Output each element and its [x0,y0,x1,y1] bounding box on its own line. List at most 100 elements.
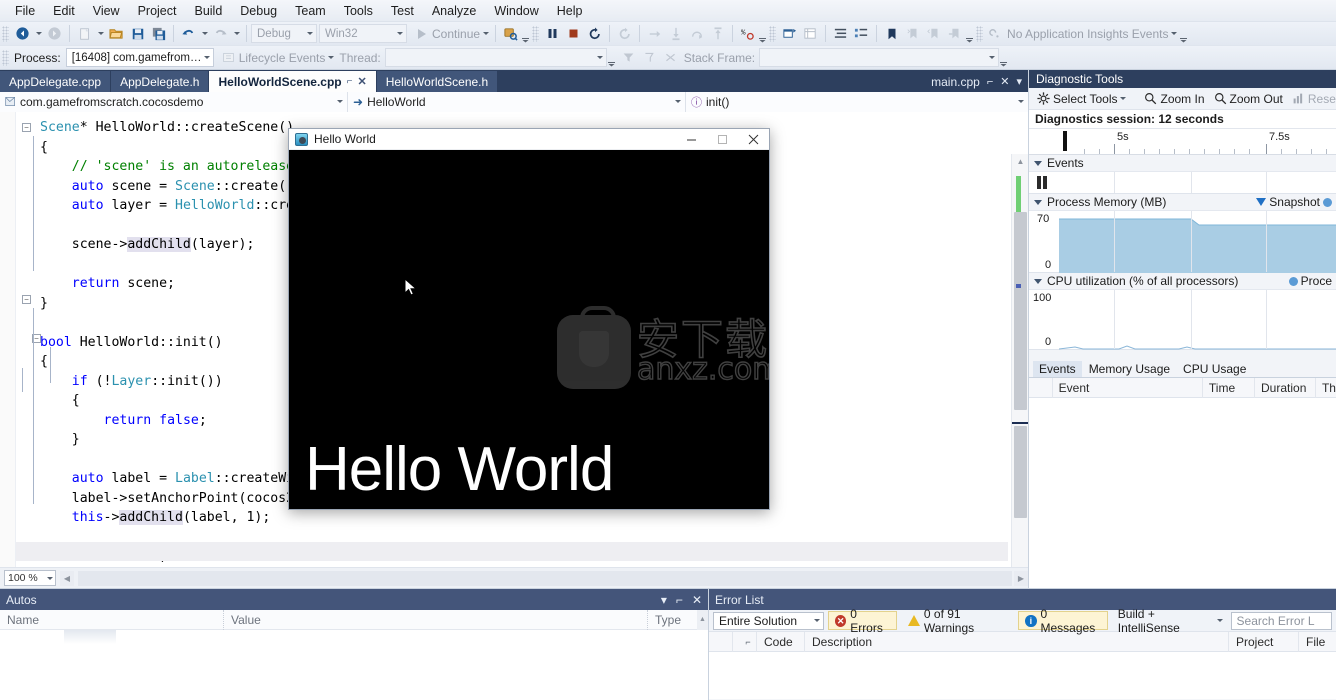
menu-item-window[interactable]: Window [485,1,547,21]
outline-collapse-icon[interactable]: − [22,123,31,132]
menu-item-analyze[interactable]: Analyze [423,1,485,21]
zoom-in-button[interactable]: Zoom In [1141,91,1207,107]
menu-item-team[interactable]: Team [286,1,335,21]
chevron-down-icon[interactable] [1018,100,1024,103]
chevron-down-icon[interactable] [1120,97,1127,100]
scrollbar-thumb-lower[interactable] [1014,426,1027,518]
hello-world-game-window[interactable]: Hello World 安下载 anxz.com Hello World [288,128,770,510]
chevron-down-icon[interactable] [1034,199,1042,205]
column-event[interactable]: Event [1053,377,1203,398]
toolbar-overflow-icon[interactable] [999,49,1008,67]
column-thread[interactable]: Th [1316,378,1336,398]
scroll-left-icon[interactable]: ◀ [60,570,74,586]
toolbar-grip[interactable] [976,25,984,42]
application-insights-dropdown-icon[interactable] [1168,24,1179,44]
new-item-dropdown-icon[interactable] [95,24,106,44]
restart-icon[interactable] [584,24,605,44]
tab-helloworldscene-h[interactable]: HelloWorldScene.h [376,71,498,92]
column-selector[interactable] [709,631,733,652]
undo-dropdown-icon[interactable] [199,24,210,44]
list-view-icon[interactable] [830,24,851,44]
scrollbar-thumb[interactable] [1014,212,1027,410]
new-window-icon[interactable] [779,24,800,44]
toolbar-grip[interactable] [2,49,9,66]
horizontal-scroll-track[interactable] [78,570,1012,586]
events-lane[interactable] [1029,172,1336,194]
column-description[interactable]: Description [805,631,1229,652]
column-duration[interactable]: Duration [1255,377,1316,398]
thread-combo[interactable] [384,48,607,67]
column-time[interactable]: Time [1203,377,1256,398]
minimize-button[interactable] [676,129,707,150]
tab-cpu-usage[interactable]: CPU Usage [1177,361,1252,377]
save-all-icon[interactable] [148,24,169,44]
stack-frame-combo[interactable] [759,48,1000,67]
diagnostics-splitter[interactable] [1029,350,1336,360]
warnings-filter-button[interactable]: 0 of 91 Warnings [901,607,1014,635]
lifecycle-events-dropdown-icon[interactable] [325,48,336,68]
events-section-header[interactable]: Events [1029,155,1336,172]
errors-filter-button[interactable]: ✕ 0 Errors [828,607,897,635]
grid-select-column[interactable] [1029,377,1053,398]
toolbar-overflow-icon[interactable] [965,25,974,43]
tab-appdelegate-cpp[interactable]: AppDelegate.cpp [0,71,111,92]
redo-dropdown-icon[interactable] [231,24,242,44]
menu-item-tools[interactable]: Tools [335,1,382,21]
solution-configuration-combo[interactable]: Debug [251,24,317,43]
toolbar-grip[interactable] [532,25,540,42]
break-all-icon[interactable] [542,24,563,44]
autos-grid-body[interactable] [0,630,708,700]
tab-overflow-icon[interactable]: ▾ [1016,75,1022,88]
toolbar-grip[interactable] [2,25,9,42]
solution-platform-combo[interactable]: Win32 [319,24,407,43]
menu-item-view[interactable]: View [84,1,129,21]
menu-item-file[interactable]: File [6,1,44,21]
toolbar-overflow-icon[interactable] [758,25,767,43]
hex-display-icon[interactable]: % [737,24,758,44]
column-name[interactable]: Name [0,609,224,630]
chevron-down-icon[interactable] [1034,160,1042,166]
autos-scroll-up-icon[interactable]: ▲ [697,609,708,630]
menu-item-help[interactable]: Help [548,1,592,21]
messages-filter-button[interactable]: i 0 Messages [1018,607,1108,635]
editor-vertical-scrollbar[interactable]: ▲ ▼ [1011,154,1028,567]
process-combo[interactable]: [16408] com.gamefromscra [65,48,214,67]
toolbar-overflow-icon[interactable] [521,25,530,43]
column-value[interactable]: Value [224,609,648,630]
column-type[interactable]: Type [648,610,697,630]
attach-to-process-icon[interactable] [500,24,521,44]
build-filter-combo[interactable]: Build + IntelliSense [1112,607,1227,635]
chevron-down-icon[interactable] [337,100,343,103]
application-insights-label[interactable]: No Application Insights Events [1007,27,1168,41]
menu-item-project[interactable]: Project [129,1,186,21]
continue-label[interactable]: Continue [432,27,480,41]
pin-icon[interactable]: ⌐ [987,76,993,88]
cpu-utilization-graph[interactable]: 100 0 [1029,290,1336,350]
close-button[interactable] [738,129,769,150]
close-icon[interactable]: ✕ [692,593,702,607]
ruler-playhead[interactable] [1063,131,1067,151]
outline-view-icon[interactable] [851,24,872,44]
toolbar-grip[interactable] [769,25,777,42]
right-tab-label[interactable]: main.cpp [931,75,980,89]
lifecycle-events-label[interactable]: Lifecycle Events [239,51,326,65]
chevron-down-icon[interactable] [1034,278,1042,284]
open-file-icon[interactable] [106,24,127,44]
game-canvas[interactable]: 安下载 anxz.com Hello World [289,150,769,509]
scope-combo[interactable]: Entire Solution [713,611,825,630]
menu-item-build[interactable]: Build [185,1,231,21]
bookmark-icon[interactable] [881,24,902,44]
game-window-titlebar[interactable]: Hello World [289,129,769,150]
menu-item-debug[interactable]: Debug [231,1,286,21]
tab-helloworldscene-cpp[interactable]: HelloWorldScene.cpp ⌐ ✕ [209,71,376,92]
navigate-back-icon[interactable] [12,24,33,44]
scroll-up-icon[interactable]: ▲ [1012,154,1028,168]
cpu-section-header[interactable]: CPU utilization (% of all processors) Pr… [1029,273,1336,290]
scroll-right-icon[interactable]: ▶ [1014,570,1028,586]
undo-icon[interactable] [178,24,199,44]
toolbar-overflow-icon[interactable] [607,49,616,67]
memory-section-header[interactable]: Process Memory (MB) Snapshot [1029,194,1336,211]
tab-memory-usage[interactable]: Memory Usage [1083,361,1176,377]
chevron-down-icon[interactable] [675,100,681,103]
editor-gutter[interactable] [0,112,16,567]
